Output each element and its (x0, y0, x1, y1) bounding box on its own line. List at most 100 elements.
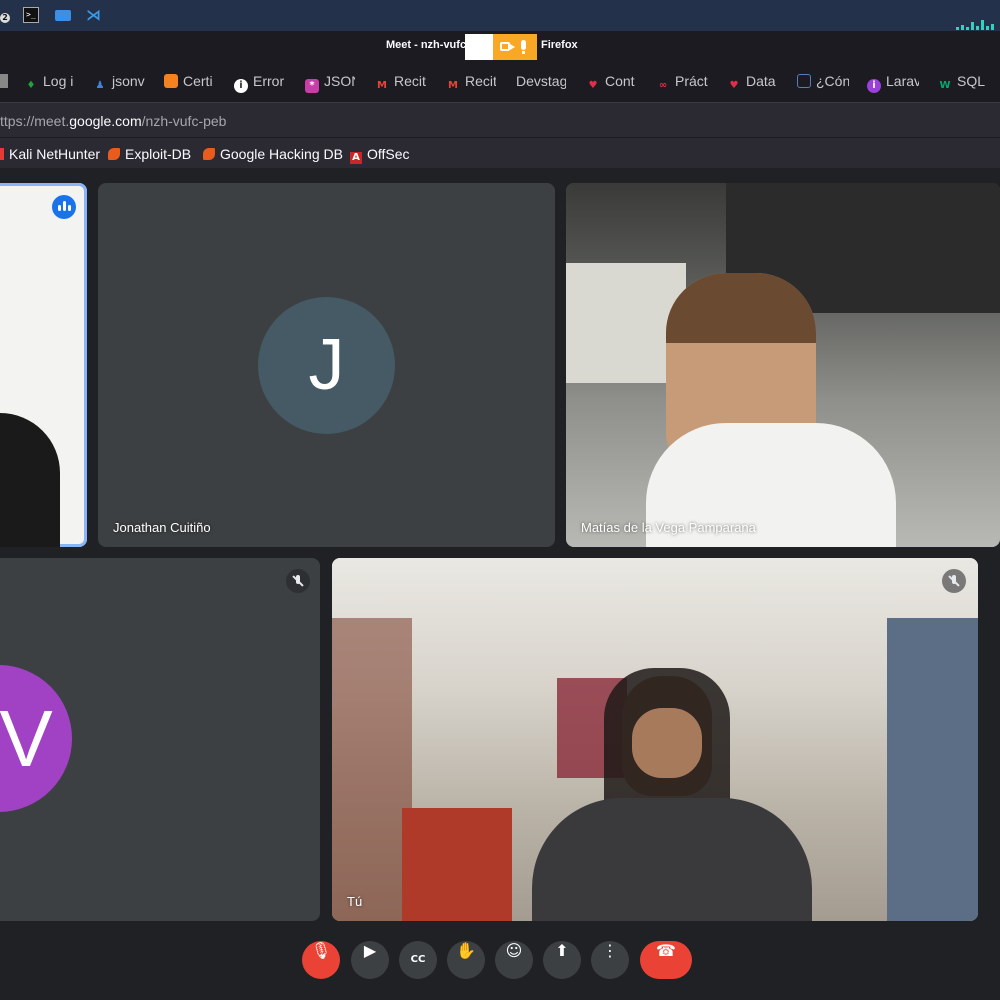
tab-label: Log i (43, 73, 74, 89)
tab-recit-1[interactable]: M Recit (375, 73, 427, 93)
tab-sql[interactable]: W SQL (938, 73, 988, 93)
url-path: /nzh-vufc-peb (141, 113, 227, 129)
more-options-button[interactable]: ⋮ (591, 941, 629, 979)
tab-devstag[interactable]: Devstag (516, 73, 566, 89)
person-icon: ♟ (95, 80, 105, 91)
laravel-icon: i (867, 79, 881, 93)
leave-call-button[interactable]: ☎ (640, 941, 692, 979)
bookmark-kali-nethunter[interactable]: Kali NetHunter (0, 146, 100, 162)
json-icon: * (305, 79, 319, 93)
participant-shirt (532, 798, 812, 921)
camera-toggle-button[interactable]: ▶ (351, 941, 389, 979)
participant-tile-self[interactable]: Tú (332, 558, 978, 921)
raise-hand-button[interactable]: ✋ (447, 941, 485, 979)
tab-label: jsonv (112, 73, 145, 89)
tab-label: SQL (957, 73, 986, 89)
url-text[interactable]: ttps://meet.google.com/nzh-vufc-peb (0, 113, 226, 129)
more-vert-icon: ⋮ (602, 941, 618, 960)
tab-certi[interactable]: Certi (164, 73, 214, 89)
hangup-icon: ☎ (656, 941, 676, 960)
tab-error[interactable]: i Error (234, 73, 286, 93)
window-title-browser: Firefox (541, 39, 578, 51)
info-icon: i (234, 79, 248, 93)
heart-icon: ♥ (588, 80, 598, 91)
participant-video (0, 413, 60, 547)
bookmark-label: Exploit-DB (125, 146, 192, 162)
terminal-icon[interactable]: >_ (23, 7, 39, 23)
bookmark-label: Kali NetHunter (9, 146, 101, 162)
window-title: Meet - nzh-vufc (386, 39, 467, 51)
hexagon-icon (164, 74, 178, 88)
workspace-badge[interactable]: 2 (0, 13, 10, 23)
participant-tile-matias[interactable]: Matías de la Vega Pamparana (566, 183, 1000, 547)
tab-label: Larav (886, 73, 919, 89)
participant-name: Tú (347, 894, 363, 909)
captions-button[interactable]: CC (399, 941, 437, 979)
mic-toggle-button[interactable]: 🎙 (302, 941, 340, 979)
tab-label: Devstag (516, 73, 566, 89)
mic-muted-icon (942, 569, 966, 593)
emoji-icon: ☺ (505, 941, 523, 960)
present-icon: ⬆ (555, 941, 569, 960)
tab-cont[interactable]: ♥ Cont (586, 73, 636, 93)
folder-icon[interactable] (55, 10, 71, 21)
vscode-icon[interactable]: ⋊ (86, 7, 102, 23)
address-bar[interactable]: ttps://meet.google.com/nzh-vufc-peb (0, 102, 1000, 138)
hand-icon: ✋ (456, 941, 476, 960)
video-background-dresser (402, 808, 512, 921)
participant-tile-speaker[interactable] (0, 183, 87, 547)
participant-face (632, 708, 702, 778)
captions-icon: CC (410, 954, 426, 965)
tab-strip: ♦Log i ♟jsonv Certi iError *JSON MRecit … (0, 62, 1000, 102)
gmail-icon: M (377, 80, 387, 91)
camera-icon: ▶ (363, 941, 377, 960)
tab-label: Error (253, 73, 285, 89)
tab-data[interactable]: ♥ Data (727, 73, 777, 93)
video-background-wall (887, 618, 978, 921)
tab-label: Práct (675, 73, 708, 89)
participant-tile-jonathan[interactable]: J Jonathan Cuitiño (98, 183, 555, 547)
tab-larav[interactable]: i Larav (867, 73, 919, 93)
bookmarks-bar: Kali NetHunter Exploit-DB Google Hacking… (0, 137, 1000, 169)
sharing-indicator-blank (465, 34, 493, 60)
bookmark-offsec[interactable]: A OffSec (350, 146, 410, 164)
heart-icon: ♥ (729, 80, 739, 91)
present-button[interactable]: ⬆ (543, 941, 581, 979)
leaf-icon: ♦ (26, 80, 36, 91)
tab-label: Recit (394, 73, 426, 89)
bookmark-google-hacking-db[interactable]: Google Hacking DB (203, 146, 343, 162)
tab-pract[interactable]: ∞ Práct (656, 73, 708, 93)
sharing-indicator[interactable] (465, 34, 537, 60)
mic-off-icon: 🎙 (310, 941, 332, 960)
video-background-shelf (332, 618, 412, 921)
tab-label: Certi (183, 73, 213, 89)
exploitdb-icon (203, 148, 215, 160)
tab-jsonv[interactable]: ♟ jsonv (93, 73, 145, 93)
tab-label: Cont (605, 73, 635, 89)
exploitdb-icon (108, 148, 120, 160)
tab-label: ¿Cón (816, 73, 849, 89)
bookmark-label: OffSec (367, 146, 410, 162)
os-taskbar: 2 >_ ⋊ (0, 0, 1000, 31)
tab-label: JSON (324, 73, 355, 89)
tab-label: Data (746, 73, 776, 89)
tab-recit-2[interactable]: M Recit (446, 73, 496, 93)
tab-como[interactable]: ¿Cón (797, 73, 849, 89)
url-prefix: ttps://meet. (0, 113, 70, 129)
reactions-button[interactable]: ☺ (495, 941, 533, 979)
meet-stage: J Jonathan Cuitiño Matías de la Vega Pam… (0, 168, 1000, 1000)
offsec-icon: A (350, 152, 362, 164)
participant-avatar: V (0, 665, 72, 812)
network-graph-icon (956, 20, 996, 30)
participant-name: Matías de la Vega Pamparana (581, 520, 756, 535)
tab-partial[interactable] (0, 73, 8, 89)
tab-label: Recit (465, 73, 496, 89)
participant-tile-v[interactable]: V (0, 558, 320, 921)
participant-name: Jonathan Cuitiño (113, 520, 211, 535)
tab-json[interactable]: * JSON (305, 73, 355, 93)
tab-log[interactable]: ♦ Log i (24, 73, 76, 93)
mic-sharing-icon (521, 40, 526, 54)
bookmark-exploit-db[interactable]: Exploit-DB (108, 146, 191, 162)
bookmark-label: Google Hacking DB (220, 146, 343, 162)
w3-icon: W (939, 80, 951, 91)
